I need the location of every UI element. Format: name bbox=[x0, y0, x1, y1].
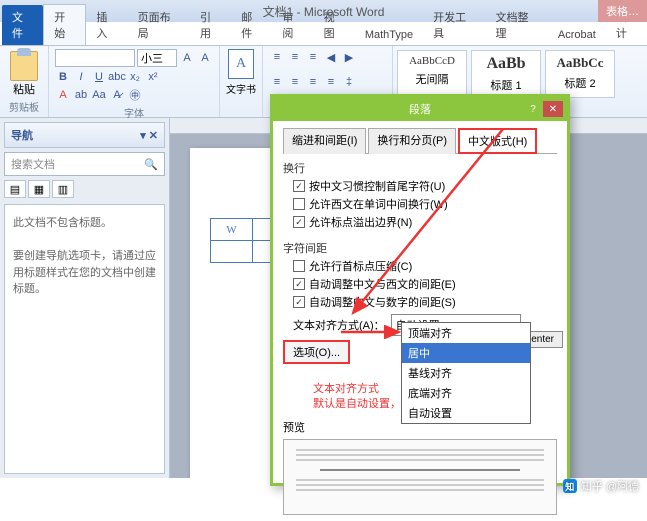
table-tools-badge: 表格… bbox=[598, 0, 647, 22]
nav-title: 导航 bbox=[11, 127, 33, 143]
indent-dec-icon[interactable]: ◀ bbox=[323, 49, 339, 65]
align-right-icon[interactable]: ≡ bbox=[305, 74, 321, 90]
textbox-label: 文字书 bbox=[226, 81, 256, 96]
dialog-tabs: 缩进和间距(I) 换行和分页(P) 中文版式(H) bbox=[283, 127, 557, 154]
dd-baseline[interactable]: 基线对齐 bbox=[402, 363, 530, 383]
align-center-icon[interactable]: ≡ bbox=[287, 74, 303, 90]
font-size-select[interactable] bbox=[137, 49, 177, 67]
nav-view-tabs: ▤ ▦ ▥ bbox=[4, 180, 165, 198]
search-icon: 🔍 bbox=[144, 158, 158, 171]
tab-file[interactable]: 文件 bbox=[2, 5, 43, 45]
table-cell[interactable]: W bbox=[211, 219, 253, 241]
chk-cjk-digit-space[interactable] bbox=[293, 296, 305, 308]
paste-button[interactable]: 粘贴 bbox=[6, 49, 42, 99]
preview-section: 预览 bbox=[283, 419, 557, 515]
section-wrap-label: 换行 bbox=[283, 160, 557, 176]
nav-empty-msg2: 要创建导航选项卡，请通过应用标题样式在您的文档中创建标题。 bbox=[13, 248, 156, 298]
dd-auto[interactable]: 自动设置 bbox=[402, 403, 530, 423]
align-label: 文本对齐方式(A)： bbox=[293, 317, 385, 333]
tab-mathtype[interactable]: MathType bbox=[355, 25, 423, 45]
justify-icon[interactable]: ≡ bbox=[323, 74, 339, 90]
nav-tab-pages[interactable]: ▦ bbox=[28, 180, 50, 198]
subscript-icon[interactable]: x₂ bbox=[127, 69, 143, 85]
clipboard-group-label: 剪贴板 bbox=[6, 99, 42, 114]
tab-developer[interactable]: 开发工具 bbox=[423, 5, 485, 45]
dd-center[interactable]: 居中 bbox=[402, 343, 530, 363]
nav-empty-msg1: 此文档不包含标题。 bbox=[13, 215, 156, 232]
tab-layout[interactable]: 页面布局 bbox=[128, 5, 190, 45]
tab-references[interactable]: 引用 bbox=[190, 5, 231, 45]
superscript-icon[interactable]: x² bbox=[145, 69, 161, 85]
navigation-pane: 导航 ▾ ✕ 搜索文档 🔍 ▤ ▦ ▥ 此文档不包含标题。 要创建导航选项卡，请… bbox=[0, 118, 170, 478]
bullets-icon[interactable]: ≡ bbox=[269, 49, 285, 65]
highlight-icon[interactable]: ab bbox=[73, 87, 89, 103]
textbox-group: A 文字书 bbox=[220, 46, 263, 117]
indent-inc-icon[interactable]: ▶ bbox=[341, 49, 357, 65]
shrink-font-icon[interactable]: A bbox=[197, 50, 213, 66]
font-color-icon[interactable]: A bbox=[55, 87, 71, 103]
preview-box bbox=[283, 439, 557, 515]
nav-close-icon[interactable]: ▾ ✕ bbox=[140, 129, 158, 142]
chk-compress-punct[interactable] bbox=[293, 260, 305, 272]
dd-bottom[interactable]: 底端对齐 bbox=[402, 383, 530, 403]
strike-icon[interactable]: abc bbox=[109, 69, 125, 85]
paste-icon bbox=[10, 51, 38, 81]
dlg-tab-pagebreak[interactable]: 换行和分页(P) bbox=[368, 128, 456, 154]
tab-acrobat[interactable]: Acrobat bbox=[548, 25, 606, 45]
nav-search-placeholder: 搜索文档 bbox=[11, 156, 55, 172]
nav-tab-headings[interactable]: ▤ bbox=[4, 180, 26, 198]
enclose-icon[interactable]: ㊥ bbox=[127, 87, 143, 103]
nav-body: 此文档不包含标题。 要创建导航选项卡，请通过应用标题样式在您的文档中创建标题。 bbox=[4, 204, 165, 474]
font-name-select[interactable] bbox=[55, 49, 135, 67]
align-dropdown: 顶端对齐 居中 基线对齐 底端对齐 自动设置 bbox=[401, 322, 531, 424]
chk-punct-overflow[interactable] bbox=[293, 216, 305, 228]
tab-insert[interactable]: 插入 bbox=[86, 5, 127, 45]
nav-tab-results[interactable]: ▥ bbox=[52, 180, 74, 198]
style-heading2[interactable]: AaBbCc 标题 2 bbox=[545, 50, 615, 98]
watermark-text: 知乎 @阿德 bbox=[581, 478, 639, 494]
underline-icon[interactable]: U bbox=[91, 69, 107, 85]
style-nospacing[interactable]: AaBbCcD 无间隔 bbox=[397, 50, 467, 98]
paste-label: 粘贴 bbox=[13, 81, 35, 97]
italic-icon[interactable]: I bbox=[73, 69, 89, 85]
change-case-icon[interactable]: Aa bbox=[91, 87, 107, 103]
multilevel-icon[interactable]: ≡ bbox=[305, 49, 321, 65]
paragraph-dialog: 段落 ? ✕ 缩进和间距(I) 换行和分页(P) 中文版式(H) 换行 按中文习… bbox=[270, 94, 570, 486]
zhihu-icon: 知 bbox=[563, 479, 577, 493]
font-group: A A B I U abc x₂ x² A ab Aa A̷ ㊥ 字体 bbox=[49, 46, 220, 117]
watermark: 知 知乎 @阿德 bbox=[563, 478, 639, 494]
dlg-tab-indent[interactable]: 缩进和间距(I) bbox=[283, 128, 366, 154]
dialog-title: 段落 bbox=[409, 101, 431, 117]
window-title: 文档1 - Microsoft Word bbox=[263, 3, 385, 20]
options-button[interactable]: 选项(O)... bbox=[283, 340, 350, 364]
chk-asian-linebreak[interactable] bbox=[293, 180, 305, 192]
nav-search-input[interactable]: 搜索文档 🔍 bbox=[4, 152, 165, 176]
dialog-help-icon[interactable]: ? bbox=[523, 101, 543, 117]
bold-icon[interactable]: B bbox=[55, 69, 71, 85]
dialog-titlebar: 段落 ? ✕ bbox=[273, 97, 567, 121]
dialog-close-icon[interactable]: ✕ bbox=[543, 101, 563, 117]
nav-header: 导航 ▾ ✕ bbox=[4, 122, 165, 148]
numbering-icon[interactable]: ≡ bbox=[287, 49, 303, 65]
textbox-icon[interactable]: A bbox=[228, 49, 254, 79]
clear-format-icon[interactable]: A̷ bbox=[109, 87, 125, 103]
grow-font-icon[interactable]: A bbox=[179, 50, 195, 66]
dialog-body: 缩进和间距(I) 换行和分页(P) 中文版式(H) 换行 按中文习惯控制首尾字符… bbox=[273, 121, 567, 521]
align-left-icon[interactable]: ≡ bbox=[269, 74, 285, 90]
chk-cjk-latin-space[interactable] bbox=[293, 278, 305, 290]
clipboard-group: 粘贴 剪贴板 bbox=[0, 46, 49, 117]
tab-doccleanup[interactable]: 文档整理 bbox=[486, 5, 548, 45]
dd-top[interactable]: 顶端对齐 bbox=[402, 323, 530, 343]
section-spacing-label: 字符间距 bbox=[283, 240, 557, 256]
line-spacing-icon[interactable]: ‡ bbox=[341, 74, 357, 90]
dlg-tab-asian[interactable]: 中文版式(H) bbox=[458, 128, 537, 154]
chk-latin-wordwrap[interactable] bbox=[293, 198, 305, 210]
style-heading1[interactable]: AaBb 标题 1 bbox=[471, 50, 541, 98]
ribbon-tabs: 文件 开始 插入 页面布局 引用 邮件 审阅 视图 MathType 开发工具 … bbox=[0, 22, 647, 46]
tab-home[interactable]: 开始 bbox=[43, 4, 86, 45]
